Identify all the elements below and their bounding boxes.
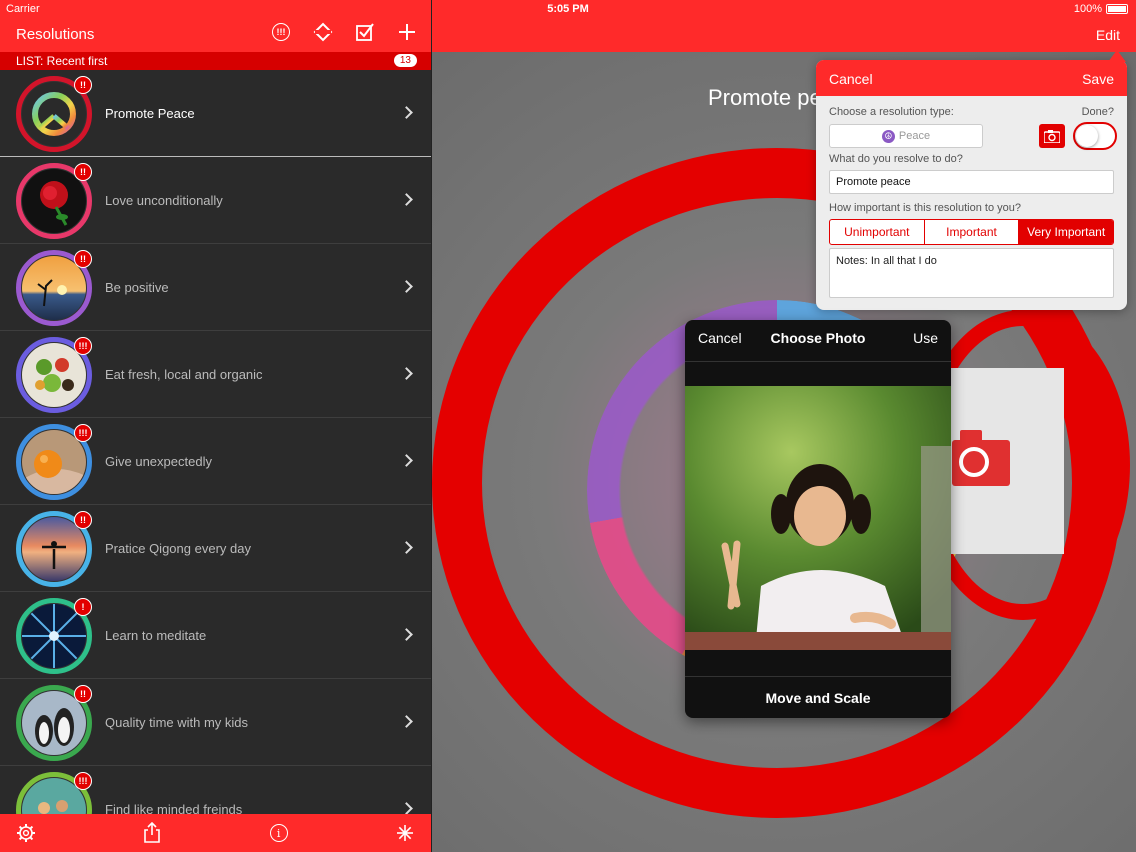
importance-segmented-control: Unimportant Important Very Important: [829, 219, 1114, 245]
popover-cancel-button[interactable]: Cancel: [829, 71, 873, 87]
list-item[interactable]: !! Pratice Qigong every day: [0, 505, 431, 592]
camera-button[interactable]: [1039, 124, 1065, 148]
clock: 5:05 PM: [547, 3, 589, 15]
list-sort-label: LIST: Recent first: [16, 54, 108, 68]
chevron-right-icon: [400, 715, 413, 728]
popover-save-button[interactable]: Save: [1082, 71, 1114, 87]
sort-icon[interactable]: [313, 22, 333, 42]
resolve-label: What do you resolve to do?: [829, 153, 963, 165]
edit-resolution-popover: Cancel Save Choose a resolution type: Do…: [816, 60, 1127, 310]
info-icon[interactable]: i: [269, 823, 289, 843]
priority-badge: !!!: [74, 337, 92, 355]
priority-badge: !!: [74, 250, 92, 268]
camera-icon[interactable]: [952, 430, 1010, 486]
list-item[interactable]: !! Be positive: [0, 244, 431, 331]
edit-button[interactable]: Edit: [1096, 27, 1120, 43]
segment-very-important[interactable]: Very Important: [1019, 220, 1113, 244]
done-toggle[interactable]: [1073, 122, 1117, 150]
battery-icon: [1106, 4, 1128, 14]
chevron-right-icon: [400, 802, 413, 814]
chevron-right-icon: [400, 193, 413, 206]
girl-photo: [685, 386, 951, 650]
checklist-icon[interactable]: [355, 22, 375, 42]
chevron-right-icon: [400, 454, 413, 467]
battery-percent: 100%: [1073, 3, 1102, 15]
list-item-label: Eat fresh, local and organic: [105, 367, 263, 382]
chevron-right-icon: [400, 280, 413, 293]
list-item[interactable]: !! Promote Peace: [0, 70, 431, 157]
priority-badge: !: [74, 598, 92, 616]
share-icon[interactable]: [142, 822, 162, 843]
photo-dialog-title: Choose Photo: [770, 330, 866, 346]
list-item[interactable]: !! Love unconditionally: [0, 157, 431, 244]
settings-icon[interactable]: [16, 823, 36, 843]
priority-badge: !!!: [74, 772, 92, 790]
asterisk-icon[interactable]: [395, 823, 415, 843]
chevron-right-icon: [400, 541, 413, 554]
list-item[interactable]: !!! Find like minded freinds: [0, 766, 431, 814]
move-and-scale-label: Move and Scale: [685, 676, 951, 718]
resolution-type-value: Peace: [898, 130, 931, 142]
left-toolbar: i: [0, 814, 431, 852]
priority-icon[interactable]: !!!: [271, 22, 291, 42]
camera-icon: [1044, 129, 1060, 143]
photo-use-button[interactable]: Use: [913, 330, 938, 346]
resolutions-panel: Resolutions !!! LIST: Recent first 13 !!…: [0, 0, 431, 852]
photo-dialog-header: Cancel Choose Photo Use: [685, 320, 951, 362]
list-item[interactable]: !!! Eat fresh, local and organic: [0, 331, 431, 418]
segment-unimportant[interactable]: Unimportant: [830, 220, 925, 244]
resolve-input[interactable]: Promote peace: [829, 170, 1114, 194]
detail-title: Promote pe: [708, 85, 822, 110]
resolution-type-select[interactable]: ☮ Peace: [829, 124, 983, 148]
done-label: Done?: [1081, 106, 1114, 118]
priority-badge: !!: [74, 511, 92, 529]
list-item-label: Pratice Qigong every day: [105, 541, 251, 556]
status-bar: Carrier 5:05 PM 100%: [0, 0, 1136, 18]
resolution-list: !! Promote Peace !! Love unconditionally…: [0, 70, 431, 814]
list-item[interactable]: !!! Give unexpectedly: [0, 418, 431, 505]
priority-badge: !!: [74, 685, 92, 703]
list-item-label: Promote Peace: [105, 106, 195, 121]
page-title: Resolutions: [16, 26, 95, 43]
chevron-right-icon: [400, 106, 413, 119]
battery-indicator: 100%: [1074, 3, 1128, 15]
list-item[interactable]: !! Quality time with my kids: [0, 679, 431, 766]
segment-important[interactable]: Important: [925, 220, 1020, 244]
popover-header: Cancel Save: [816, 60, 1127, 96]
photo-crop-area[interactable]: [685, 386, 951, 650]
importance-label: How important is this resolution to you?: [829, 202, 1021, 214]
peace-icon: ☮: [881, 129, 895, 143]
list-item-label: Find like minded freinds: [105, 802, 243, 814]
chevron-right-icon: [400, 367, 413, 380]
toggle-knob: [1076, 125, 1098, 147]
list-item-label: Be positive: [105, 280, 169, 295]
list-item-label: Quality time with my kids: [105, 715, 249, 730]
type-label: Choose a resolution type:: [829, 106, 954, 118]
list-sort-bar[interactable]: LIST: Recent first 13: [0, 52, 431, 70]
priority-badge: !!: [74, 163, 92, 181]
list-item-label: Love unconditionally: [105, 193, 223, 208]
popover-arrow: [1108, 50, 1126, 62]
list-item-label: Give unexpectedly: [105, 454, 212, 469]
list-item[interactable]: ! Learn to meditate: [0, 592, 431, 679]
list-item-label: Learn to meditate: [105, 628, 207, 643]
count-badge: 13: [393, 54, 417, 67]
notes-textarea[interactable]: Notes: In all that I do: [829, 248, 1114, 298]
priority-badge: !!: [74, 76, 92, 94]
add-icon[interactable]: [397, 22, 417, 42]
chevron-right-icon: [400, 628, 413, 641]
choose-photo-dialog: Cancel Choose Photo Use Move and Scale: [685, 320, 951, 718]
priority-badge: !!!: [74, 424, 92, 442]
